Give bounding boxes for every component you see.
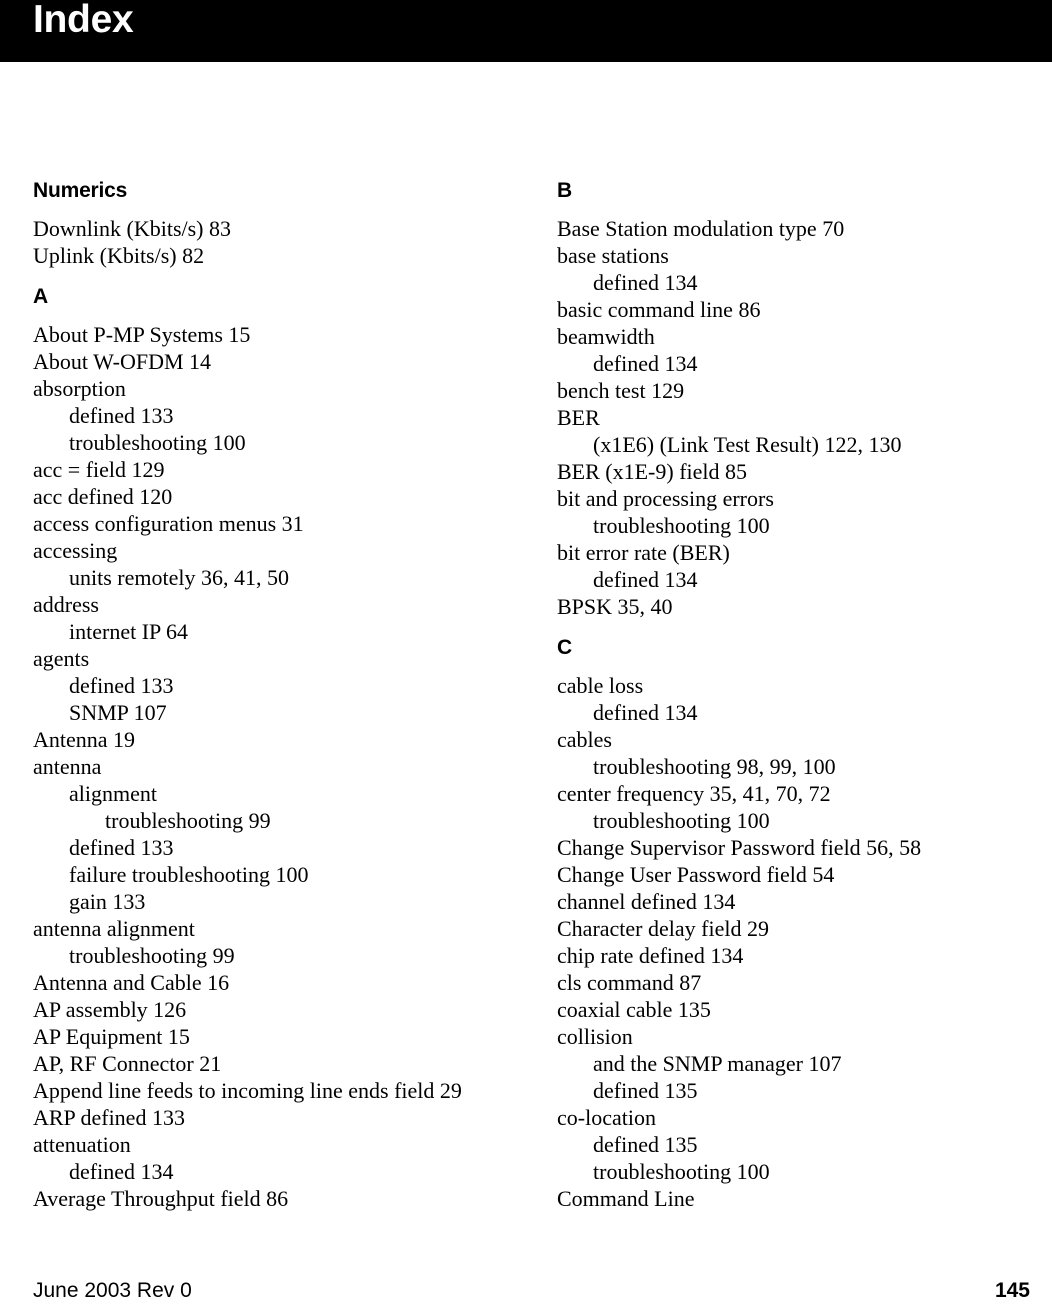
index-subentry[interactable]: defined 133 — [33, 672, 503, 699]
index-entry[interactable]: chip rate defined 134 — [557, 942, 1027, 969]
index-entry[interactable]: bench test 129 — [557, 377, 1027, 404]
index-entry[interactable]: co-location — [557, 1104, 1027, 1131]
index-subentry[interactable]: defined 134 — [557, 566, 1027, 593]
index-entry[interactable]: absorption — [33, 375, 503, 402]
index-entry[interactable]: center frequency 35, 41, 70, 72 — [557, 780, 1027, 807]
index-section-heading: C — [557, 636, 572, 659]
index-subentry[interactable]: gain 133 — [33, 888, 503, 915]
index-entry[interactable]: ARP defined 133 — [33, 1104, 503, 1131]
index-entry[interactable]: antenna — [33, 753, 503, 780]
index-entry[interactable]: BPSK 35, 40 — [557, 593, 1027, 620]
page-header-band: Index — [0, 0, 1052, 62]
index-section-heading: B — [557, 179, 572, 202]
index-entry[interactable]: basic command line 86 — [557, 296, 1027, 323]
index-entry[interactable]: BER — [557, 404, 1027, 431]
index-subentry[interactable]: defined 135 — [557, 1131, 1027, 1158]
index-entry[interactable]: agents — [33, 645, 503, 672]
index-section: Numerics Downlink (Kbits/s) 83 Uplink (Kbi… — [33, 178, 503, 269]
index-column-left: Numerics Downlink (Kbits/s) 83 Uplink (Kbi… — [33, 178, 503, 1212]
index-entry[interactable]: base stations — [557, 242, 1027, 269]
index-subentry[interactable]: failure troubleshooting 100 — [33, 861, 503, 888]
index-subentry[interactable]: troubleshooting 100 — [557, 807, 1027, 834]
index-section: Ccable loss defined 134 cables troubleshoot… — [557, 635, 1027, 1212]
index-entry[interactable]: coaxial cable 135 — [557, 996, 1027, 1023]
index-section-heading: A — [33, 285, 48, 308]
index-subentry[interactable]: troubleshooting 99 — [33, 942, 503, 969]
index-entry[interactable]: Command Line — [557, 1185, 1027, 1212]
index-subentry[interactable]: defined 134 — [557, 269, 1027, 296]
index-column-right: B Base Station modulation type 70 base sta… — [557, 178, 1027, 1212]
index-subentry[interactable]: defined 134 — [557, 699, 1027, 726]
index-entry[interactable]: Antenna 19 — [33, 726, 503, 753]
footer-revision-text: June 2003 Rev 0 — [33, 1279, 192, 1302]
index-entry[interactable]: Downlink (Kbits/s) 83 — [33, 215, 503, 242]
index-subentry[interactable]: SNMP 107 — [33, 699, 503, 726]
index-entry[interactable]: antenna alignment — [33, 915, 503, 942]
index-entry[interactable]: accessing — [33, 537, 503, 564]
index-entry[interactable]: attenuation — [33, 1131, 503, 1158]
footer-page-number: 145 — [994, 1279, 1030, 1302]
index-section-heading: Numerics — [33, 179, 128, 202]
index-entry[interactable]: acc = field 129 — [33, 456, 503, 483]
index-subentry[interactable]: alignment — [33, 780, 503, 807]
index-entry[interactable]: Change User Password field 54 — [557, 861, 1027, 888]
index-subentry[interactable]: defined 133 — [33, 834, 503, 861]
index-entry[interactable]: cables — [557, 726, 1027, 753]
index-entry[interactable]: Character delay field 29 — [557, 915, 1027, 942]
index-entry[interactable]: About W-OFDM 14 — [33, 348, 503, 375]
index-entry[interactable]: beamwidth — [557, 323, 1027, 350]
index-subentry[interactable]: troubleshooting 100 — [557, 1158, 1027, 1185]
index-subentry[interactable]: defined 134 — [557, 350, 1027, 377]
index-subentry[interactable]: and the SNMP manager 107 — [557, 1050, 1027, 1077]
index-subentry[interactable]: (x1E6) (Link Test Result) 122, 130 — [557, 431, 1027, 458]
index-subentry[interactable]: units remotely 36, 41, 50 — [33, 564, 503, 591]
index-entry-list: cable loss defined 134 cables troubleshooti… — [557, 672, 1027, 1212]
index-entry[interactable]: bit error rate (BER) — [557, 539, 1027, 566]
index-entry[interactable]: AP, RF Connector 21 — [33, 1050, 503, 1077]
index-entry[interactable]: channel defined 134 — [557, 888, 1027, 915]
index-entry-list: Base Station modulation type 70 base stat… — [557, 215, 1027, 620]
index-entry[interactable]: acc defined 120 — [33, 483, 503, 510]
index-subentry[interactable]: internet IP 64 — [33, 618, 503, 645]
index-entry[interactable]: cable loss — [557, 672, 1027, 699]
index-entry[interactable]: access configuration menus 31 — [33, 510, 503, 537]
index-entry[interactable]: Append line feeds to incoming line ends … — [33, 1077, 503, 1104]
index-section: A About P-MP Systems 15 About W-OFDM 14 abs… — [33, 284, 503, 1212]
index-entry[interactable]: bit and processing errors — [557, 485, 1027, 512]
index-entry-list: About P-MP Systems 15 About W-OFDM 14 abso… — [33, 321, 503, 1212]
index-subentry[interactable]: defined 134 — [33, 1158, 503, 1185]
index-entry[interactable]: Antenna and Cable 16 — [33, 969, 503, 996]
index-entry[interactable]: About P-MP Systems 15 — [33, 321, 503, 348]
page-title: Index — [33, 0, 134, 41]
page-footer: June 2003 Rev 0 145 — [0, 1255, 1052, 1315]
index-entry[interactable]: collision — [557, 1023, 1027, 1050]
index-subentry[interactable]: defined 133 — [33, 402, 503, 429]
index-section: B Base Station modulation type 70 base sta… — [557, 178, 1027, 620]
index-entry[interactable]: AP assembly 126 — [33, 996, 503, 1023]
index-subentry[interactable]: troubleshooting 99 — [33, 807, 503, 834]
index-entry[interactable]: Uplink (Kbits/s) 82 — [33, 242, 503, 269]
index-entry[interactable]: BER (x1E-9) field 85 — [557, 458, 1027, 485]
index-entry[interactable]: cls command 87 — [557, 969, 1027, 996]
index-entry[interactable]: Change Supervisor Password field 56, 58 — [557, 834, 1027, 861]
index-entry-list: Downlink (Kbits/s) 83 Uplink (Kbits/s) 82 — [33, 215, 503, 269]
index-subentry[interactable]: troubleshooting 100 — [557, 512, 1027, 539]
index-entry[interactable]: address — [33, 591, 503, 618]
index-entry[interactable]: Base Station modulation type 70 — [557, 215, 1027, 242]
index-subentry[interactable]: troubleshooting 100 — [33, 429, 503, 456]
index-subentry[interactable]: defined 135 — [557, 1077, 1027, 1104]
index-entry[interactable]: AP Equipment 15 — [33, 1023, 503, 1050]
index-entry[interactable]: Average Throughput field 86 — [33, 1185, 503, 1212]
index-subentry[interactable]: troubleshooting 98, 99, 100 — [557, 753, 1027, 780]
index-content: Numerics Downlink (Kbits/s) 83 Uplink (Kbi… — [0, 178, 1052, 1238]
